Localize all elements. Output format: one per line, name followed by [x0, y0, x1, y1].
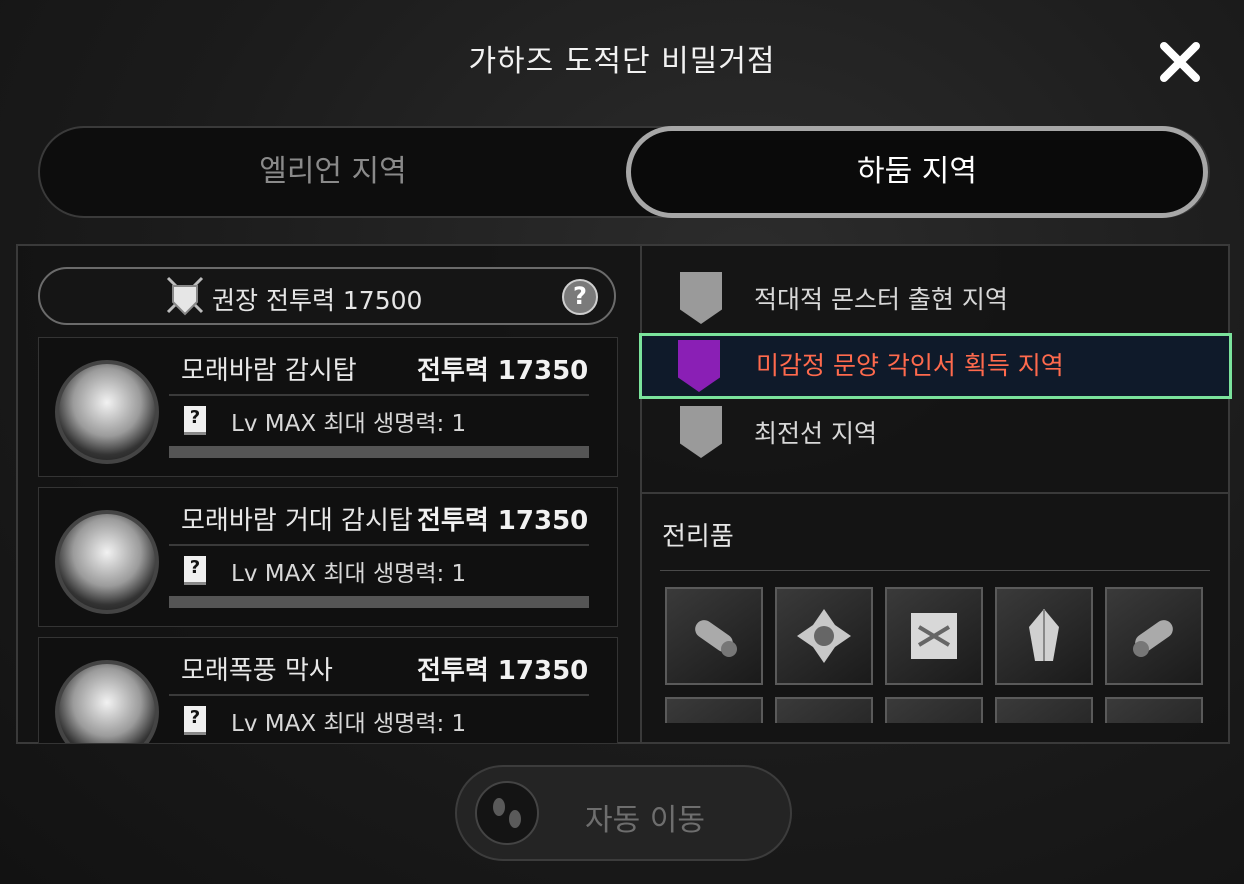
loot-slot[interactable] — [775, 697, 873, 723]
tab-elian-region[interactable]: 엘리언 지역 — [40, 128, 626, 216]
loot-slot[interactable] — [665, 587, 763, 685]
loot-slot[interactable] — [885, 587, 983, 685]
book-icon: ? — [184, 406, 206, 435]
monster-stat: Lv MAX 최대 생명력: 1 — [231, 561, 467, 587]
category-label: 적대적 몬스터 출현 지역 — [754, 285, 1008, 314]
auto-move-label: 자동 이동 — [585, 803, 705, 838]
monster-name: 모래바람 감시탑 — [181, 356, 357, 386]
card-divider — [169, 694, 589, 696]
auto-move-button[interactable]: 자동 이동 — [455, 765, 792, 861]
engraving-scroll-shield-icon — [678, 340, 720, 392]
monster-name: 모래바람 거대 감시탑 — [181, 506, 413, 536]
loot-slot[interactable] — [1105, 697, 1203, 723]
loot-slot[interactable] — [995, 587, 1093, 685]
category-label: 최전선 지역 — [754, 419, 877, 448]
help-icon[interactable]: ? — [562, 279, 598, 315]
monster-power: 전투력 17350 — [413, 500, 589, 537]
book-icon: ? — [184, 706, 206, 735]
window-title: 가하즈 도적단 비밀거점 — [468, 44, 776, 79]
hp-bar — [169, 446, 589, 458]
monster-card[interactable]: 모래폭풍 막사 전투력 17350 ? Lv MAX 최대 생명력: 1 — [38, 637, 618, 744]
category-engraving-scroll[interactable]: 미감정 문양 각인서 획득 지역 — [639, 333, 1232, 399]
footsteps-icon — [475, 781, 539, 845]
item-icon — [1015, 717, 1073, 723]
monster-power: 전투력 17350 — [413, 650, 589, 687]
loot-divider — [660, 570, 1210, 571]
card-divider — [169, 394, 589, 396]
watchtower-portrait-icon — [55, 360, 159, 464]
category-label: 미감정 문양 각인서 획득 지역 — [756, 351, 1064, 380]
section-divider — [642, 492, 1228, 494]
monster-stat: Lv MAX 최대 생명력: 1 — [231, 411, 467, 437]
card-divider — [169, 544, 589, 546]
tab-hadum-region[interactable]: 하둠 지역 — [626, 126, 1208, 218]
emblem-icon — [797, 609, 851, 663]
monster-name: 모래폭풍 막사 — [181, 656, 333, 686]
item-icon — [685, 717, 743, 723]
item-icon — [1125, 717, 1183, 723]
monster-card[interactable]: 모래바람 감시탑 전투력 17350 ? Lv MAX 최대 생명력: 1 — [38, 337, 618, 477]
map-scroll-icon — [911, 613, 957, 659]
category-frontline[interactable]: 최전선 지역 — [660, 402, 1226, 462]
item-icon — [795, 717, 853, 723]
monster-shield-icon — [680, 272, 722, 324]
hp-bar — [169, 596, 589, 608]
item-icon — [905, 717, 963, 723]
monster-power: 전투력 17350 — [413, 350, 589, 387]
panel-divider — [640, 246, 642, 742]
close-icon[interactable] — [1158, 40, 1202, 84]
scroll-icon — [695, 620, 737, 657]
category-hostile-monster[interactable]: 적대적 몬스터 출현 지역 — [660, 268, 1226, 328]
loot-slot[interactable] — [665, 697, 763, 723]
loot-slot[interactable] — [885, 697, 983, 723]
monster-stat: Lv MAX 최대 생명력: 1 — [231, 711, 467, 737]
loot-slot[interactable] — [1105, 587, 1203, 685]
giant-watchtower-portrait-icon — [55, 510, 159, 614]
scroll-icon — [1133, 620, 1173, 657]
barracks-portrait-icon — [55, 660, 159, 743]
loot-slot[interactable] — [995, 697, 1093, 723]
loot-slot[interactable] — [775, 587, 873, 685]
book-icon: ? — [184, 556, 206, 585]
crystal-icon — [1029, 609, 1059, 661]
loot-title: 전리품 — [662, 522, 734, 552]
loot-grid — [665, 587, 1210, 723]
monster-card[interactable]: 모래바람 거대 감시탑 전투력 17350 ? Lv MAX 최대 생명력: 1 — [38, 487, 618, 627]
crossed-swords-shield-icon — [166, 276, 204, 316]
frontline-shield-icon — [680, 406, 722, 458]
region-tabs: 엘리언 지역 하둠 지역 — [38, 126, 1210, 218]
recommended-power-text: 권장 전투력 17500 — [212, 286, 423, 315]
